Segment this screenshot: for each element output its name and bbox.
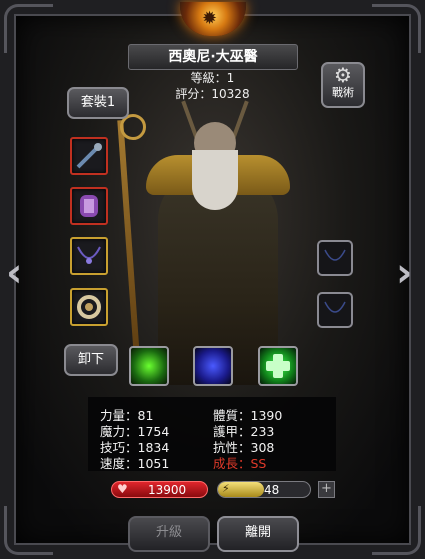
hero-name: 西奧尼·大巫醫 (128, 44, 298, 70)
necklace-outline-icon (324, 301, 346, 313)
gear-icon: ⚙ (334, 63, 352, 87)
energy-value: 48 (264, 483, 280, 497)
upgrade-button[interactable]: 升級 (128, 516, 210, 552)
hero-detail-panel: ✹ 西奧尼·大巫醫 等級：1 評分：10328 套裝1 ⚙ 戰術 ‹ › 卸下 … (0, 0, 425, 559)
equipment-slot-empty-1[interactable] (317, 240, 353, 276)
armor-icon (80, 195, 98, 217)
chevron-right-icon[interactable]: › (396, 250, 412, 296)
tactics-label: 戰術 (332, 86, 354, 99)
ring-icon (77, 295, 101, 319)
skill-nature-icon[interactable] (129, 346, 169, 386)
plus-icon[interactable]: + (318, 481, 335, 498)
health-bar: ♥ 13900 (111, 481, 208, 498)
leave-button[interactable]: 離開 (217, 516, 299, 552)
skill-shadow-icon[interactable] (193, 346, 233, 386)
outfit-button[interactable]: 套裝1 (67, 87, 129, 119)
stat-growth: 成長：SS (213, 456, 267, 471)
emblem-icon: ✹ (180, 2, 246, 36)
frame-corner (4, 4, 53, 53)
equipment-slot-weapon[interactable] (70, 137, 108, 175)
equipment-slot-empty-2[interactable] (317, 292, 353, 328)
necklace-icon (77, 246, 101, 264)
health-value: 13900 (148, 483, 187, 497)
skill-heal-icon[interactable] (258, 346, 298, 386)
equipment-slot-accessory[interactable] (70, 237, 108, 275)
tactics-button[interactable]: ⚙ 戰術 (321, 62, 365, 108)
necklace-outline-icon (324, 249, 346, 261)
frame-corner (372, 4, 421, 53)
equipment-slot-armor[interactable] (70, 187, 108, 225)
hero-portrait (117, 100, 308, 385)
heart-icon: ♥ (117, 482, 128, 496)
weapon-icon (76, 143, 102, 169)
energy-bar: ⚡ 48 (217, 481, 311, 498)
stats-panel: 力量：81 魔力：1754 技巧：1834 速度：1051 體質：1390 護甲… (88, 397, 336, 471)
frame-corner (4, 506, 53, 555)
unequip-button[interactable]: 卸下 (64, 344, 118, 376)
frame-corner (372, 506, 421, 555)
chevron-left-icon[interactable]: ‹ (6, 250, 22, 296)
stat-speed: 速度：1051 (100, 456, 170, 471)
equipment-slot-ring[interactable] (70, 288, 108, 326)
lightning-icon: ⚡ (222, 482, 230, 495)
